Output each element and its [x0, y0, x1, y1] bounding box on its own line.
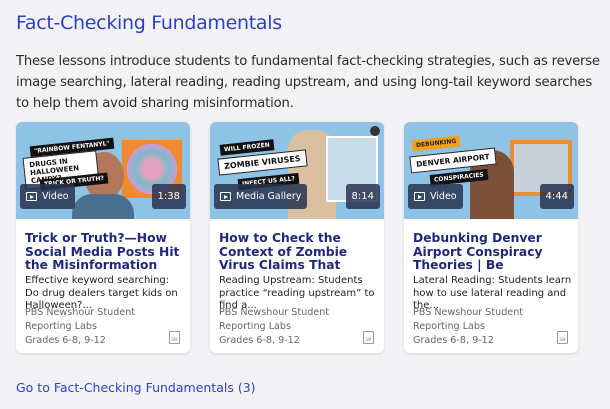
lesson-card[interactable]: "RAINBOW FENTANYL" DRUGS IN HALLOWEEN CA… — [16, 122, 190, 353]
thumb-text: DEBUNKING — [411, 135, 461, 152]
thumbnail[interactable]: "RAINBOW FENTANYL" DRUGS IN HALLOWEEN CA… — [16, 122, 190, 219]
card-source: PBS Newshour Student Reporting Labs — [413, 307, 524, 332]
gallery-icon — [220, 192, 231, 201]
thumbnail[interactable]: DEBUNKING DENVER AIRPORT CONSPIRACIES Vi… — [404, 122, 578, 219]
card-title[interactable]: Debunking Denver Airport Conspiracy Theo… — [413, 232, 573, 273]
card-grades: Grades 6-8, 9-12 — [25, 335, 106, 346]
duration: 1:38 — [151, 184, 186, 209]
section-title: Fact-Checking Fundamentals — [16, 12, 282, 34]
card-grades: Grades 6-8, 9-12 — [413, 335, 494, 346]
card-source: PBS Newshour Student Reporting Labs — [219, 307, 330, 332]
card-title[interactable]: How to Check the Context of Zombie Virus… — [219, 232, 379, 273]
file-icon: SM — [363, 331, 374, 344]
lesson-card[interactable]: DEBUNKING DENVER AIRPORT CONSPIRACIES Vi… — [404, 122, 578, 353]
play-icon — [414, 192, 425, 201]
card-title[interactable]: Trick or Truth?—How Social Media Posts H… — [25, 232, 185, 273]
type-label: Video — [430, 191, 457, 202]
section-description: These lessons introduce students to fund… — [16, 54, 600, 111]
type-badge: Video — [408, 184, 463, 209]
thumbnail[interactable]: WILL FROZEN ZOMBIE VIRUSES INFECT US ALL… — [210, 122, 384, 219]
type-badge: Video — [20, 184, 75, 209]
file-icon: SM — [169, 331, 180, 344]
type-label: Video — [42, 191, 69, 202]
card-source: PBS Newshour Student Reporting Labs — [25, 307, 136, 332]
lesson-card[interactable]: WILL FROZEN ZOMBIE VIRUSES INFECT US ALL… — [210, 122, 384, 353]
file-icon: SM — [557, 331, 568, 344]
type-badge: Media Gallery — [214, 184, 308, 209]
duration: 8:14 — [345, 184, 380, 209]
type-label: Media Gallery — [236, 191, 302, 202]
duration: 4:44 — [539, 184, 574, 209]
go-to-section-link[interactable]: Go to Fact-Checking Fundamentals (3) — [16, 380, 256, 395]
play-icon — [26, 192, 37, 201]
card-grades: Grades 6-8, 9-12 — [219, 335, 300, 346]
